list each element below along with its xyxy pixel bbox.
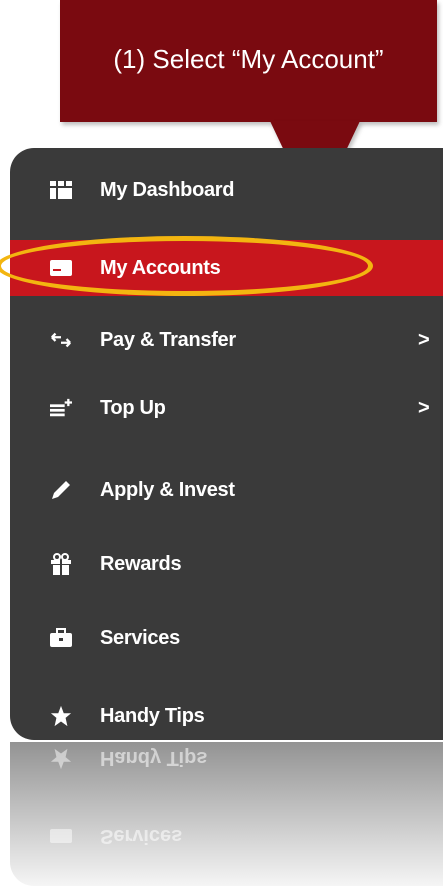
callout-text: (1) Select “My Account” bbox=[113, 44, 384, 74]
dashboard-grid-icon bbox=[50, 179, 72, 201]
reflection-label: Handy Tips bbox=[100, 747, 208, 769]
menu-item-my-dashboard[interactable]: My Dashboard bbox=[10, 162, 443, 218]
chevron-right-icon: > bbox=[418, 328, 430, 351]
menu-item-label: Services bbox=[100, 626, 180, 649]
star-icon bbox=[50, 705, 72, 727]
menu-item-rewards[interactable]: Rewards bbox=[10, 536, 443, 592]
menu-item-top-up[interactable]: Top Up > bbox=[10, 380, 443, 436]
pencil-icon bbox=[50, 479, 72, 501]
menu-item-handy-tips[interactable]: Handy Tips bbox=[10, 688, 443, 740]
instruction-callout: (1) Select “My Account” bbox=[60, 0, 437, 122]
menu-item-services[interactable]: Services bbox=[10, 610, 443, 666]
menu-reflection: Handy Tips Services bbox=[10, 742, 443, 886]
reflection-gradient bbox=[10, 742, 443, 886]
briefcase-icon bbox=[50, 627, 72, 649]
transfer-arrows-icon bbox=[50, 329, 72, 351]
reflection-label: Services bbox=[100, 825, 183, 847]
menu-item-label: Handy Tips bbox=[100, 704, 205, 727]
menu-item-label: Apply & Invest bbox=[100, 478, 235, 501]
menu-item-label: Pay & Transfer bbox=[100, 328, 236, 351]
chevron-right-icon: > bbox=[418, 396, 430, 419]
gift-icon bbox=[50, 553, 72, 575]
menu-item-label: My Dashboard bbox=[100, 178, 235, 201]
highlight-ellipse bbox=[0, 236, 373, 296]
menu-item-apply-invest[interactable]: Apply & Invest bbox=[10, 462, 443, 518]
menu-item-pay-transfer[interactable]: Pay & Transfer > bbox=[10, 312, 443, 368]
top-up-icon bbox=[50, 397, 72, 419]
briefcase-icon bbox=[50, 826, 72, 848]
menu-item-label: Rewards bbox=[100, 552, 182, 575]
menu-item-label: Top Up bbox=[100, 396, 166, 419]
star-icon bbox=[50, 748, 72, 770]
